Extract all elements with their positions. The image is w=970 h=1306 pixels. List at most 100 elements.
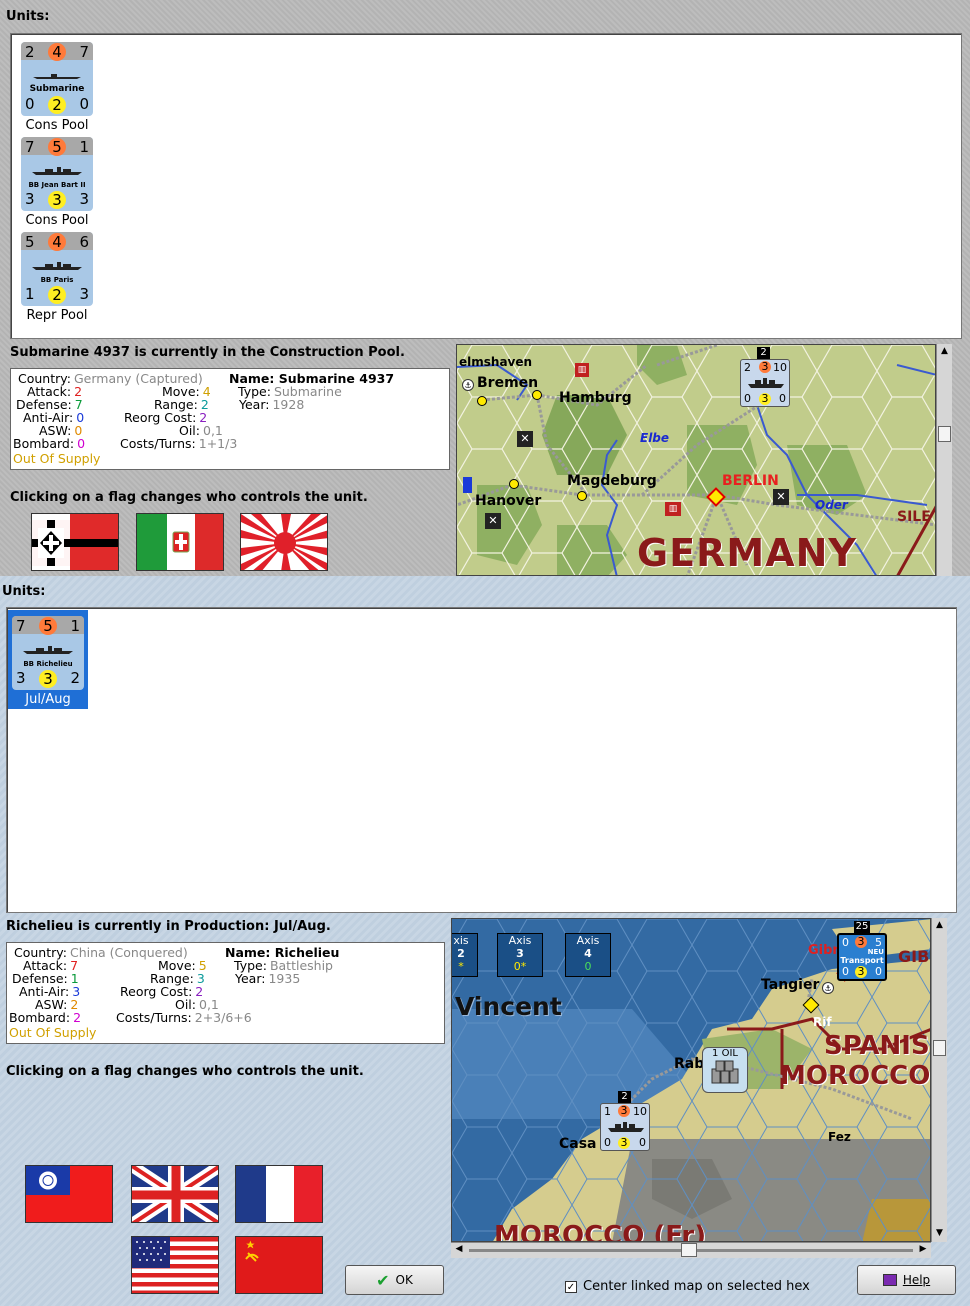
anchor-icon: ⚓ — [462, 379, 474, 391]
scroll-up-icon[interactable]: ▲ — [938, 346, 951, 358]
city-label: elmshaven — [459, 355, 533, 369]
flag-hint: Clicking on a flag changes who controls … — [6, 1064, 364, 1079]
region-label: SILE — [897, 509, 931, 525]
place-label: Rif — [813, 1015, 832, 1029]
axis-box-value: 4 — [584, 947, 592, 960]
flag-united-kingdom[interactable] — [131, 1165, 219, 1223]
map-vertical-scrollbar[interactable]: ▲ — [936, 344, 952, 576]
stack-stat: 0 — [779, 392, 786, 405]
axis-box-value: 2 — [457, 947, 465, 960]
capital-label: BERLIN — [722, 473, 779, 489]
unit-item-submarine[interactable]: 2 4 7 Submarine 0 2 0 Cons Pool — [17, 42, 97, 133]
stat-tr: 6 — [79, 233, 89, 251]
stat-tc: 4 — [48, 43, 66, 61]
scroll-right-icon[interactable]: ▶ — [917, 1244, 929, 1257]
unit-item-bb-paris[interactable]: 5 4 6 BB Paris 1 2 3 Repr Pool — [17, 232, 97, 323]
place-label: Rab — [674, 1056, 705, 1072]
place-label: Tangier — [761, 977, 820, 993]
battleship-icon — [32, 262, 82, 270]
city-marker — [577, 491, 587, 501]
neutral-tag: NEU — [867, 948, 884, 956]
scroll-thumb[interactable] — [938, 426, 951, 442]
unit-counter: 7 5 1 BB Jean Bart II 3 3 3 — [21, 137, 93, 211]
flag-italy[interactable] — [136, 513, 224, 571]
units-label: Units: — [2, 584, 46, 599]
axis-box-title: Axis — [576, 934, 600, 947]
region-label: MOROCCO — [780, 1061, 931, 1091]
stack-stat: 0 — [842, 936, 849, 949]
stack-count-badge: 25 — [854, 921, 870, 933]
axis-box-sub: * — [458, 960, 464, 973]
map-unit-stack[interactable]: 1 3 10 0 3 0 — [600, 1103, 650, 1151]
stack-stat: 0 — [639, 1136, 646, 1149]
unit-list[interactable]: 2 4 7 Submarine 0 2 0 Cons Pool 7 5 1 BB… — [10, 33, 962, 339]
stat-bc: 3 — [39, 670, 57, 688]
fort-icon: ▥ — [575, 363, 589, 377]
unit-name: BB Paris — [40, 276, 74, 284]
stat-tl: 5 — [25, 233, 35, 251]
river-label: Elbe — [640, 431, 670, 445]
help-book-icon — [882, 1274, 897, 1286]
flag-united-states[interactable] — [131, 1236, 219, 1294]
center-map-checkbox[interactable]: ✓ — [565, 1281, 577, 1293]
city-label: Hamburg — [559, 390, 632, 406]
scroll-thumb[interactable] — [933, 1040, 946, 1056]
unit-item-bb-richelieu[interactable]: 7 5 1 BB Richelieu 3 3 2 Jul/Aug — [8, 610, 88, 709]
stack-stat: 0 — [744, 392, 751, 405]
stat-tl: 7 — [25, 138, 35, 156]
stack-stat: 2 — [744, 361, 751, 374]
bombard-label: Bombard: — [13, 436, 75, 451]
stack-stat: 0 — [875, 965, 882, 978]
help-button-label: Help — [902, 1273, 931, 1287]
river-label: Oder — [815, 498, 848, 512]
place-label: Fez — [828, 1130, 851, 1144]
submarine-icon — [33, 74, 81, 79]
stat-tl: 2 — [25, 43, 35, 61]
top-unit-panel: Units: 2 4 7 Submarine 0 2 0 Cons Pool 7… — [0, 0, 970, 576]
region-label: SPANIS — [824, 1031, 930, 1061]
ok-button[interactable]: ✔ OK — [345, 1265, 444, 1295]
map-transport-stack[interactable]: 0 3 5 NEU Transport 0 3 0 — [837, 933, 887, 981]
flag-germany[interactable] — [31, 513, 119, 571]
place-label: GIB — [898, 947, 930, 966]
scroll-up-icon[interactable]: ▲ — [933, 920, 946, 932]
stat-bc: 2 — [48, 96, 66, 114]
status-line: Richelieu is currently in Production: Ju… — [6, 919, 331, 934]
flag-japan[interactable] — [240, 513, 328, 571]
battleship-icon — [32, 167, 82, 175]
stack-stat: 3 — [759, 393, 771, 405]
unit-counter: 2 4 7 Submarine 0 2 0 — [21, 42, 93, 116]
map-unit-stack[interactable]: 2 3 10 0 3 0 — [740, 359, 790, 407]
region-label: MOROCCO (Fr) — [494, 1221, 707, 1242]
stack-stat: 3 — [855, 936, 867, 948]
flag-hint: Clicking on a flag changes who controls … — [10, 490, 368, 505]
year-label: Year: — [239, 397, 270, 412]
help-button[interactable]: Help — [857, 1265, 956, 1295]
bombard-label: Bombard: — [9, 1010, 71, 1025]
flag-france[interactable] — [235, 1165, 323, 1223]
unit-list[interactable]: 7 5 1 BB Richelieu 3 3 2 Jul/Aug — [6, 607, 957, 913]
city-label: Magdeburg — [567, 473, 657, 489]
map-view-morocco[interactable]: xis 2 * Axis 3 0* Axis 4 0 Vincent Gibr … — [451, 918, 931, 1242]
center-map-checkbox-label: Center linked map on selected hex — [583, 1279, 810, 1294]
stack-stat: 3 — [618, 1105, 630, 1117]
ok-button-label: OK — [395, 1273, 413, 1287]
stat-br: 2 — [70, 669, 80, 687]
unit-item-bb-jean-bart[interactable]: 7 5 1 BB Jean Bart II 3 3 3 Cons Pool — [17, 137, 97, 228]
port-icon — [463, 477, 472, 493]
costs-label: Costs/Turns: — [116, 1010, 192, 1025]
unit-status: Cons Pool — [25, 118, 89, 133]
map-horizontal-scrollbar[interactable]: ◀ ▶ — [451, 1242, 931, 1258]
scroll-left-icon[interactable]: ◀ — [453, 1244, 465, 1257]
stat-bc: 2 — [48, 286, 66, 304]
scroll-thumb[interactable] — [681, 1243, 697, 1257]
map-view-germany[interactable]: elmshaven Bremen Hamburg Magdeburg Hanov… — [456, 344, 936, 576]
unit-name: BB Richelieu — [23, 660, 73, 668]
supply-status: Out Of Supply — [9, 1025, 97, 1040]
map-vertical-scrollbar[interactable]: ▲ ▼ — [931, 918, 947, 1242]
bombard-value: 2 — [73, 1010, 82, 1025]
flag-china[interactable] — [25, 1165, 113, 1223]
flag-soviet-union[interactable] — [235, 1236, 323, 1294]
unit-status: Cons Pool — [25, 213, 89, 228]
scroll-down-icon[interactable]: ▼ — [933, 1228, 946, 1240]
